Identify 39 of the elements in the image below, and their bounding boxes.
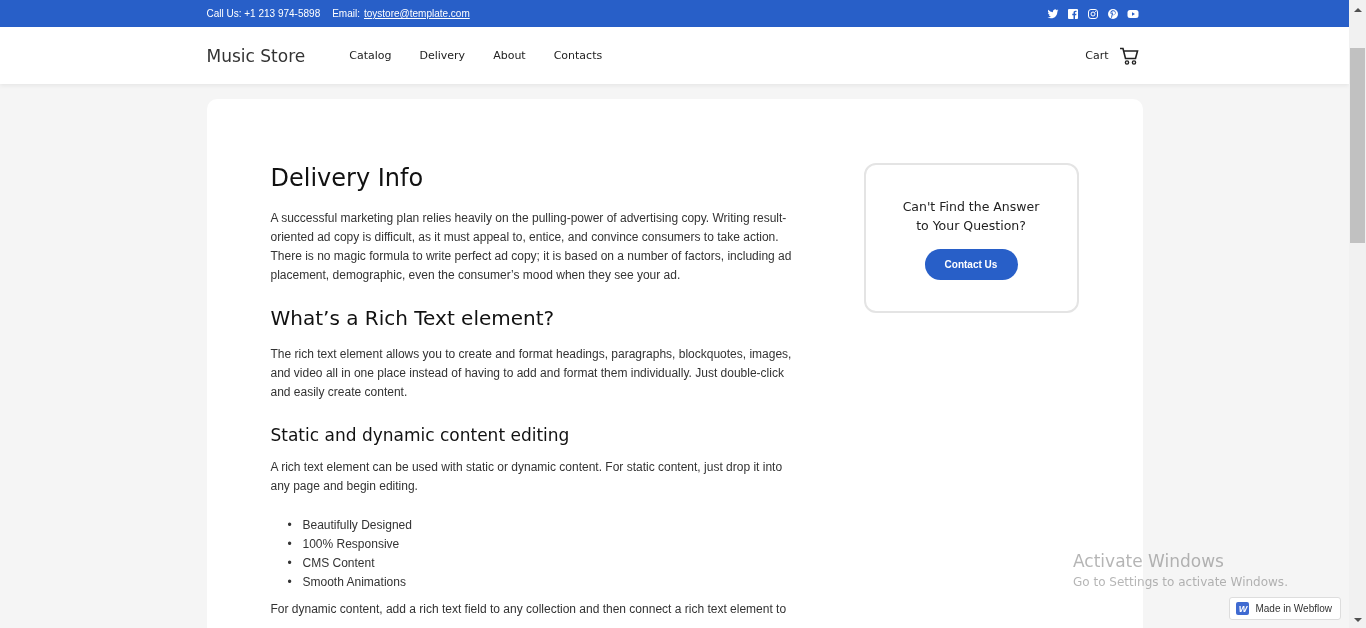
nav-link[interactable]: About (479, 45, 540, 66)
nav-link[interactable]: Contacts (539, 45, 617, 66)
scrollbar[interactable] (1349, 0, 1366, 628)
subsection-heading: Static and dynamic content editing (270, 424, 571, 446)
bullet-item: CMS Content (302, 555, 375, 572)
bullet-marker: • (287, 574, 293, 591)
body-paragraph: A successful marketing plan relies heavily on the pulling-power of advertising copy. Writing result-oriented ad copy is difficult, as it must appeal to, entice, and convince consumers to take action. There is no magic formula to write perfect ad copy; it is based on a number of factors, including ad placement, demographic, even the consumer’s mood when they see your ad. (270, 210, 793, 284)
pinterest-icon[interactable] (1106, 7, 1119, 20)
bullet-marker: • (287, 536, 293, 553)
webflow-logo: W (1236, 602, 1250, 615)
bullet-item: 100% Responsive (302, 536, 400, 553)
video-play-icon[interactable] (1126, 7, 1139, 20)
body-paragraph: A rich text element can be used with static or dynamic content. For static content, just drop it into any page and begin editing. (270, 459, 784, 495)
body-paragraph: For dynamic content, add a rich text field to any collection and then connect a rich text element to (270, 601, 788, 618)
bullet-item: Smooth Animations (302, 574, 406, 591)
bullet-item: Beautifully Designed (302, 517, 412, 534)
instagram-icon[interactable] (1086, 7, 1099, 20)
bullet-marker: • (287, 555, 293, 572)
bullet-marker: • (287, 517, 293, 534)
twitter-bird-icon[interactable] (1046, 7, 1059, 20)
activation-subtitle: Go to Settings to activate Windows. (1073, 574, 1288, 591)
store-logo[interactable]: Music Store (206, 45, 306, 66)
phone-text: Call Us: +1 213 974-5898 (206, 8, 321, 19)
help-title: Can't Find the Answer (902, 198, 1040, 216)
body-paragraph: The rich text element allows you to create and format headings, paragraphs, blockquotes, images, and video all in one place instead of having to add and format them individually. Just double-click and easily create content. (270, 346, 793, 401)
help-title: to Your Question? (915, 217, 1027, 235)
cart-icon[interactable] (1118, 46, 1139, 65)
badge-label: Made in Webflow (1255, 603, 1332, 614)
nav-link[interactable]: Catalog (335, 45, 406, 66)
email-link[interactable]: toystore@template.com (364, 8, 470, 19)
facebook-icon[interactable] (1066, 7, 1079, 20)
cart-link[interactable]: Cart (1085, 49, 1109, 62)
section-heading: What’s a Rich Text element? (270, 305, 556, 331)
page-title: Delivery Info (270, 163, 425, 193)
activation-title: Activate Windows (1073, 550, 1225, 573)
webflow-badge[interactable]: W Made in Webflow (1229, 597, 1341, 620)
contact-button[interactable]: Contact Us (924, 249, 1018, 280)
email-label: Email: (332, 8, 360, 19)
nav-link[interactable]: Delivery (405, 45, 480, 66)
